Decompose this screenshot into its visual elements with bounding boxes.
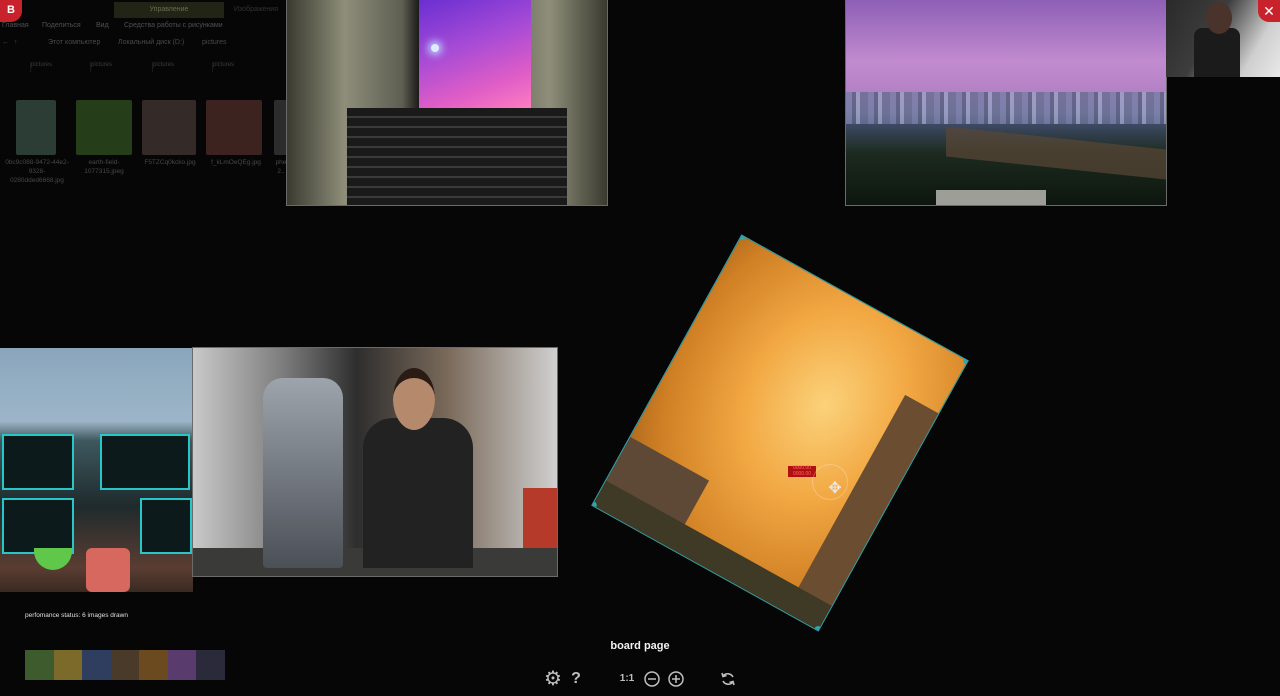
explorer-tab[interactable]: pictures <box>152 62 205 72</box>
image-detail <box>363 368 473 568</box>
file-caption: f_kLmOeQEg.jpg <box>211 159 261 166</box>
zoom-in-icon[interactable] <box>664 666 688 692</box>
ribbon-tab-view[interactable]: Вид <box>96 22 109 29</box>
filmstrip-thumb[interactable] <box>82 650 111 680</box>
ribbon-tab-picture-tools[interactable]: Средства работы с рисунками <box>124 22 223 29</box>
image-detail <box>936 190 1046 205</box>
breadcrumb-computer[interactable]: Этот компьютер <box>48 39 100 46</box>
image-detail <box>100 434 190 490</box>
filmstrip-thumb[interactable] <box>139 650 168 680</box>
zoom-1to1-button[interactable]: 1:1 <box>614 666 640 692</box>
breadcrumb-disk[interactable]: Локальный диск (D:) <box>118 39 184 46</box>
explorer-tab[interactable]: pictures <box>90 62 143 72</box>
filmstrip-thumb[interactable] <box>167 650 197 680</box>
resize-handle[interactable] <box>737 234 747 242</box>
performance-status: perfomance status: 6 images drawn <box>25 612 128 619</box>
board-title: board page <box>610 640 670 652</box>
file-caption: F5TZCq0kcko.jpg <box>144 159 196 166</box>
image-detail <box>946 126 1166 180</box>
ribbon-tab-share[interactable]: Поделиться <box>42 22 81 29</box>
address-bar[interactable]: ← ↑ Этот компьютер Локальный диск (D:) p… <box>0 37 290 51</box>
image-detail <box>1206 2 1232 34</box>
resize-handle[interactable] <box>962 356 969 366</box>
board-image-sunset-selected[interactable] <box>591 234 969 632</box>
bottom-toolbar: ⚙ ? 1:1 <box>540 666 740 692</box>
move-cursor-icon: ✥ <box>828 480 842 497</box>
coordinate-tag: 0000.00 0000.00 <box>788 465 816 477</box>
image-detail <box>263 378 343 568</box>
explorer-window: Управление Изображения Главная Поделитьс… <box>0 0 290 200</box>
image-detail <box>846 92 1166 124</box>
file-thumbnail[interactable] <box>274 100 288 155</box>
resize-handle[interactable] <box>813 624 823 632</box>
image-detail <box>2 434 74 490</box>
image-detail <box>34 548 72 570</box>
image-detail <box>523 488 557 548</box>
help-button[interactable]: ? <box>566 666 586 692</box>
filmstrip-thumb[interactable] <box>196 650 226 680</box>
filmstrip-thumb[interactable] <box>53 650 83 680</box>
ribbon-tab-home[interactable]: Главная <box>2 22 29 29</box>
settings-gear-icon[interactable]: ⚙ <box>540 666 566 692</box>
file-thumbnail[interactable] <box>76 100 132 155</box>
file-thumbnail[interactable] <box>142 100 196 155</box>
file-thumbnail[interactable] <box>206 100 262 155</box>
image-detail <box>86 548 130 592</box>
refresh-icon[interactable] <box>715 666 741 692</box>
explorer-tabs: pictures pictures pictures pictures <box>0 60 290 74</box>
image-detail <box>419 0 531 110</box>
file-caption: 0bc9c088-9472-44e2-9328-0280dded6668.jpg <box>5 159 69 184</box>
board-image-workshop[interactable] <box>192 347 558 577</box>
nav-up-icon[interactable]: ↑ <box>14 39 18 46</box>
image-detail <box>1194 28 1240 77</box>
close-button[interactable]: ✕ <box>1258 0 1280 22</box>
filmstrip-thumb[interactable] <box>110 650 140 680</box>
board-image-city[interactable] <box>845 0 1167 206</box>
image-detail <box>347 108 567 205</box>
breadcrumb-pictures[interactable]: pictures <box>202 39 227 46</box>
explorer-tab[interactable]: pictures <box>212 62 265 72</box>
board-image-stairs[interactable] <box>286 0 608 206</box>
ribbon-context-tab-right[interactable]: Изображения <box>226 2 286 18</box>
ribbon-context-tab[interactable]: Управление <box>114 2 224 18</box>
explorer-tab[interactable]: pictures <box>30 62 83 72</box>
image-detail <box>2 498 74 554</box>
zoom-out-icon[interactable] <box>640 666 664 692</box>
board-image-desk[interactable] <box>0 348 193 592</box>
filmstrip-thumb[interactable] <box>25 650 54 680</box>
filmstrip[interactable] <box>25 650 226 680</box>
image-detail <box>591 480 834 632</box>
app-logo-icon[interactable]: B <box>0 0 22 22</box>
nav-back-icon[interactable]: ← <box>2 39 9 46</box>
file-caption: earth-field-1077315.jpeg <box>84 159 124 175</box>
ribbon-tabs: Главная Поделиться Вид Средства работы с… <box>0 18 290 34</box>
file-thumbnail[interactable] <box>16 100 56 155</box>
image-detail <box>140 498 192 554</box>
image-detail <box>431 44 439 52</box>
